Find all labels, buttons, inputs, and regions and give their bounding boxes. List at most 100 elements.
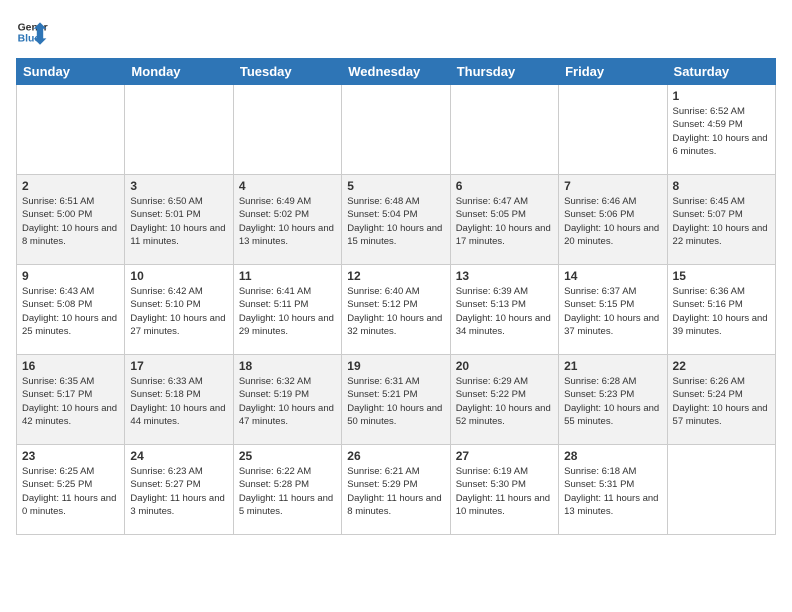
day-info: Sunrise: 6:22 AM Sunset: 5:28 PM Dayligh…: [239, 465, 336, 518]
weekday-header-row: SundayMondayTuesdayWednesdayThursdayFrid…: [17, 59, 776, 85]
calendar-cell: 9 Sunrise: 6:43 AM Sunset: 5:08 PM Daylig…: [17, 265, 125, 355]
calendar-body: 1 Sunrise: 6:52 AM Sunset: 4:59 PM Daylig…: [17, 85, 776, 535]
calendar-cell: 8Sunrise: 6:45 AM Sunset: 5:07 PM Daylig…: [667, 175, 775, 265]
weekday-header-sunday: Sunday: [17, 59, 125, 85]
day-number: 3: [130, 179, 227, 193]
day-info: Sunrise: 6:37 AM Sunset: 5:15 PM Dayligh…: [564, 285, 661, 338]
calendar-cell: 26 Sunrise: 6:21 AM Sunset: 5:29 PM Dayli…: [342, 445, 450, 535]
day-number: 10: [130, 269, 227, 283]
calendar-cell: [17, 85, 125, 175]
day-number: 18: [239, 359, 336, 373]
calendar-cell: 28 Sunrise: 6:18 AM Sunset: 5:31 PM Dayli…: [559, 445, 667, 535]
day-info: Sunrise: 6:21 AM Sunset: 5:29 PM Dayligh…: [347, 465, 444, 518]
calendar-header: SundayMondayTuesdayWednesdayThursdayFrid…: [17, 59, 776, 85]
day-info: Sunrise: 6:25 AM Sunset: 5:25 PM Dayligh…: [22, 465, 119, 518]
day-info: Sunrise: 6:26 AM Sunset: 5:24 PM Dayligh…: [673, 375, 770, 428]
day-info: Sunrise: 6:35 AM Sunset: 5:17 PM Dayligh…: [22, 375, 119, 428]
calendar-cell: 21Sunrise: 6:28 AM Sunset: 5:23 PM Dayli…: [559, 355, 667, 445]
calendar-cell: 17 Sunrise: 6:33 AM Sunset: 5:18 PM Dayli…: [125, 355, 233, 445]
calendar-week-2: 9 Sunrise: 6:43 AM Sunset: 5:08 PM Daylig…: [17, 265, 776, 355]
day-number: 6: [456, 179, 553, 193]
day-number: 23: [22, 449, 119, 463]
day-number: 19: [347, 359, 444, 373]
logo: General Blue: [16, 16, 48, 48]
day-info: Sunrise: 6:18 AM Sunset: 5:31 PM Dayligh…: [564, 465, 661, 518]
calendar-cell: 6 Sunrise: 6:47 AM Sunset: 5:05 PM Daylig…: [450, 175, 558, 265]
day-info: Sunrise: 6:47 AM Sunset: 5:05 PM Dayligh…: [456, 195, 553, 248]
calendar-cell: 2 Sunrise: 6:51 AM Sunset: 5:00 PM Daylig…: [17, 175, 125, 265]
day-info: Sunrise: 6:52 AM Sunset: 4:59 PM Dayligh…: [673, 105, 770, 158]
day-number: 22: [673, 359, 770, 373]
calendar-week-4: 23 Sunrise: 6:25 AM Sunset: 5:25 PM Dayli…: [17, 445, 776, 535]
calendar-cell: [667, 445, 775, 535]
day-number: 20: [456, 359, 553, 373]
calendar-cell: [450, 85, 558, 175]
day-info: Sunrise: 6:23 AM Sunset: 5:27 PM Dayligh…: [130, 465, 227, 518]
calendar-cell: 10 Sunrise: 6:42 AM Sunset: 5:10 PM Dayli…: [125, 265, 233, 355]
calendar-cell: 5Sunrise: 6:48 AM Sunset: 5:04 PM Daylig…: [342, 175, 450, 265]
day-info: Sunrise: 6:28 AM Sunset: 5:23 PM Dayligh…: [564, 375, 661, 428]
day-number: 2: [22, 179, 119, 193]
day-info: Sunrise: 6:32 AM Sunset: 5:19 PM Dayligh…: [239, 375, 336, 428]
calendar-cell: 20 Sunrise: 6:29 AM Sunset: 5:22 PM Dayli…: [450, 355, 558, 445]
weekday-header-thursday: Thursday: [450, 59, 558, 85]
day-number: 7: [564, 179, 661, 193]
calendar-cell: 13 Sunrise: 6:39 AM Sunset: 5:13 PM Dayli…: [450, 265, 558, 355]
calendar-cell: 19Sunrise: 6:31 AM Sunset: 5:21 PM Dayli…: [342, 355, 450, 445]
day-number: 12: [347, 269, 444, 283]
day-info: Sunrise: 6:43 AM Sunset: 5:08 PM Dayligh…: [22, 285, 119, 338]
day-info: Sunrise: 6:36 AM Sunset: 5:16 PM Dayligh…: [673, 285, 770, 338]
day-number: 17: [130, 359, 227, 373]
day-info: Sunrise: 6:29 AM Sunset: 5:22 PM Dayligh…: [456, 375, 553, 428]
day-info: Sunrise: 6:19 AM Sunset: 5:30 PM Dayligh…: [456, 465, 553, 518]
calendar-cell: 1 Sunrise: 6:52 AM Sunset: 4:59 PM Daylig…: [667, 85, 775, 175]
weekday-header-monday: Monday: [125, 59, 233, 85]
day-number: 16: [22, 359, 119, 373]
calendar-cell: [342, 85, 450, 175]
calendar-cell: 22 Sunrise: 6:26 AM Sunset: 5:24 PM Dayli…: [667, 355, 775, 445]
day-number: 11: [239, 269, 336, 283]
weekday-header-wednesday: Wednesday: [342, 59, 450, 85]
day-number: 1: [673, 89, 770, 103]
calendar-cell: [559, 85, 667, 175]
calendar-cell: [233, 85, 341, 175]
calendar-cell: 27Sunrise: 6:19 AM Sunset: 5:30 PM Dayli…: [450, 445, 558, 535]
calendar-cell: 16 Sunrise: 6:35 AM Sunset: 5:17 PM Dayli…: [17, 355, 125, 445]
calendar-cell: 18 Sunrise: 6:32 AM Sunset: 5:19 PM Dayli…: [233, 355, 341, 445]
weekday-header-saturday: Saturday: [667, 59, 775, 85]
weekday-header-tuesday: Tuesday: [233, 59, 341, 85]
day-info: Sunrise: 6:46 AM Sunset: 5:06 PM Dayligh…: [564, 195, 661, 248]
day-number: 13: [456, 269, 553, 283]
logo-icon: General Blue: [16, 16, 48, 48]
calendar-week-1: 2 Sunrise: 6:51 AM Sunset: 5:00 PM Daylig…: [17, 175, 776, 265]
day-info: Sunrise: 6:49 AM Sunset: 5:02 PM Dayligh…: [239, 195, 336, 248]
calendar-week-3: 16 Sunrise: 6:35 AM Sunset: 5:17 PM Dayli…: [17, 355, 776, 445]
day-number: 28: [564, 449, 661, 463]
day-number: 15: [673, 269, 770, 283]
day-info: Sunrise: 6:40 AM Sunset: 5:12 PM Dayligh…: [347, 285, 444, 338]
day-info: Sunrise: 6:39 AM Sunset: 5:13 PM Dayligh…: [456, 285, 553, 338]
day-number: 25: [239, 449, 336, 463]
calendar-cell: 14 Sunrise: 6:37 AM Sunset: 5:15 PM Dayli…: [559, 265, 667, 355]
calendar-cell: 7 Sunrise: 6:46 AM Sunset: 5:06 PM Daylig…: [559, 175, 667, 265]
day-number: 14: [564, 269, 661, 283]
day-info: Sunrise: 6:42 AM Sunset: 5:10 PM Dayligh…: [130, 285, 227, 338]
calendar-cell: 4 Sunrise: 6:49 AM Sunset: 5:02 PM Daylig…: [233, 175, 341, 265]
header: General Blue: [16, 16, 776, 48]
day-number: 26: [347, 449, 444, 463]
calendar-week-0: 1 Sunrise: 6:52 AM Sunset: 4:59 PM Daylig…: [17, 85, 776, 175]
day-number: 24: [130, 449, 227, 463]
day-info: Sunrise: 6:51 AM Sunset: 5:00 PM Dayligh…: [22, 195, 119, 248]
day-number: 9: [22, 269, 119, 283]
calendar-cell: 3Sunrise: 6:50 AM Sunset: 5:01 PM Daylig…: [125, 175, 233, 265]
calendar-cell: 12 Sunrise: 6:40 AM Sunset: 5:12 PM Dayli…: [342, 265, 450, 355]
calendar-cell: 11 Sunrise: 6:41 AM Sunset: 5:11 PM Dayli…: [233, 265, 341, 355]
day-info: Sunrise: 6:41 AM Sunset: 5:11 PM Dayligh…: [239, 285, 336, 338]
day-info: Sunrise: 6:33 AM Sunset: 5:18 PM Dayligh…: [130, 375, 227, 428]
day-number: 4: [239, 179, 336, 193]
calendar-cell: [125, 85, 233, 175]
weekday-header-friday: Friday: [559, 59, 667, 85]
calendar-cell: 24 Sunrise: 6:23 AM Sunset: 5:27 PM Dayli…: [125, 445, 233, 535]
day-info: Sunrise: 6:48 AM Sunset: 5:04 PM Dayligh…: [347, 195, 444, 248]
calendar-cell: 15 Sunrise: 6:36 AM Sunset: 5:16 PM Dayli…: [667, 265, 775, 355]
